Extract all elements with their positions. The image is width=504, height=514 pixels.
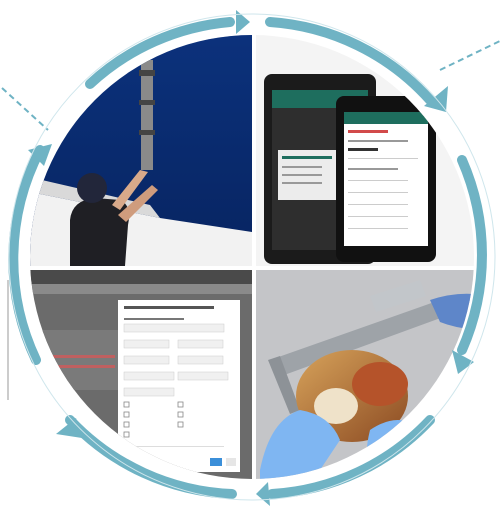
dashed-connector-right — [439, 39, 503, 71]
workflow-figure — [1, 10, 503, 506]
form-submit-button — [210, 458, 222, 466]
photo-ship-deployment — [30, 35, 252, 266]
dashed-connector-left — [1, 87, 49, 131]
